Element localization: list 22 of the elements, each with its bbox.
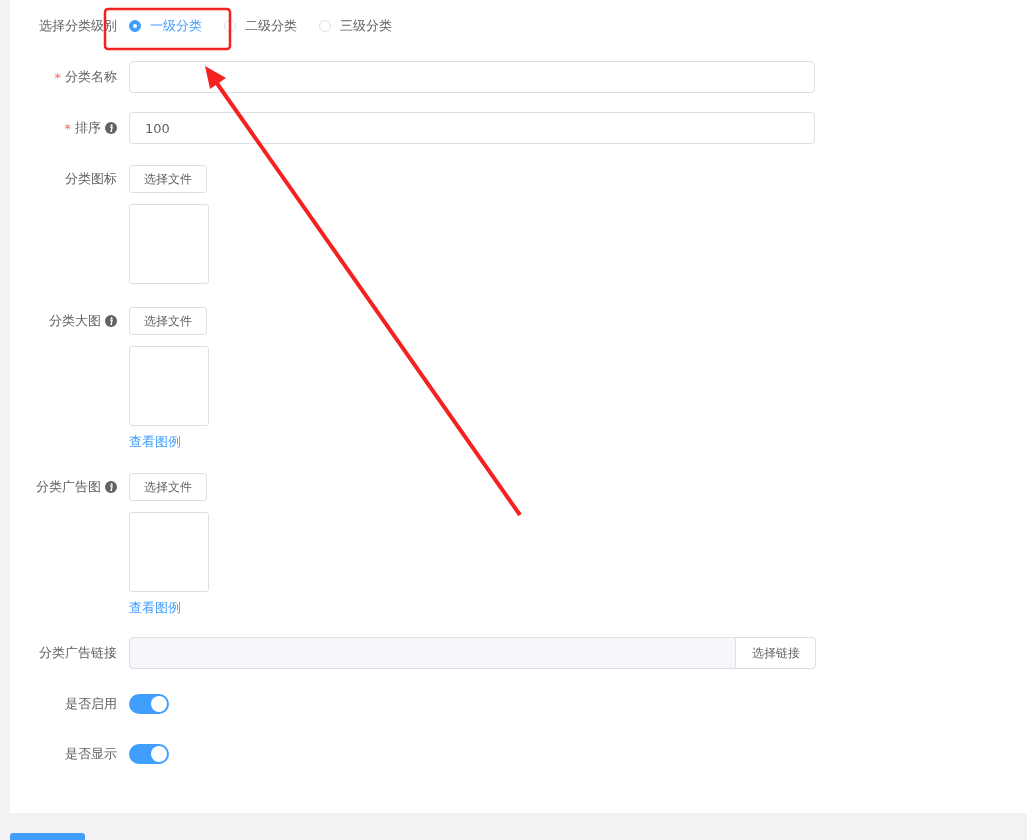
field-label: 排序 <box>75 119 101 137</box>
radio-option[interactable]: 三级分类 <box>319 17 392 35</box>
field-label: 是否显示 <box>65 745 117 763</box>
field-label: 分类图标 <box>65 170 117 188</box>
field-label: 分类广告链接 <box>39 644 117 662</box>
required-mark: * <box>54 69 61 85</box>
text-field[interactable]: 100 <box>129 112 815 144</box>
choose-file-button[interactable]: 选择文件 <box>129 473 207 501</box>
toggle-switch[interactable] <box>129 744 169 764</box>
choose-link-button[interactable]: 选择链接 <box>736 637 816 669</box>
submit-button[interactable] <box>10 833 85 840</box>
choose-file-button[interactable]: 选择文件 <box>129 165 207 193</box>
text-field[interactable] <box>129 61 815 93</box>
field-label: 选择分类级别 <box>39 17 117 35</box>
radio-option[interactable]: 二级分类 <box>224 17 297 35</box>
field-label: 分类大图 <box>49 312 101 330</box>
field-label: 分类名称 <box>65 68 117 86</box>
field-label: 是否启用 <box>65 695 117 713</box>
toggle-switch[interactable] <box>129 694 169 714</box>
field-label: 分类广告图 <box>36 478 101 496</box>
required-mark: * <box>64 120 71 136</box>
choose-file-button[interactable]: 选择文件 <box>129 307 207 335</box>
